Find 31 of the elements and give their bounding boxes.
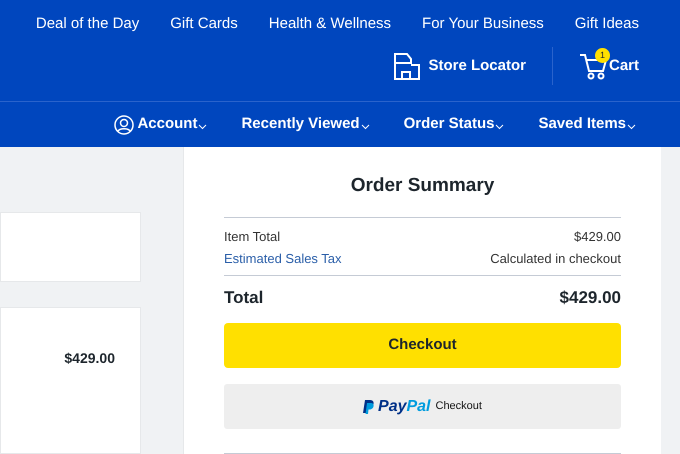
chevron-down-icon xyxy=(360,124,370,130)
summary-title: Order Summary xyxy=(350,174,496,198)
paypal-wordmark: PayPal xyxy=(378,396,430,416)
item-price: $429.00 xyxy=(64,349,115,368)
nav-menu[interactable]: Order Status xyxy=(404,113,504,136)
total-label: Total xyxy=(224,286,264,308)
store-locator-link[interactable]: Store Locator xyxy=(392,52,526,80)
line-value: $429.00 xyxy=(574,228,621,246)
cart-icon xyxy=(578,52,609,80)
top-link[interactable]: For Your Business xyxy=(422,12,544,36)
nav-menu[interactable]: Saved Items xyxy=(538,113,636,136)
top-link[interactable]: Deal of the Day xyxy=(36,12,140,36)
paypal-checkout-label: Checkout xyxy=(436,399,482,414)
checkout-button[interactable]: Checkout xyxy=(224,323,621,368)
top-link[interactable]: Gift Ideas xyxy=(574,12,639,36)
total-value: $429.00 xyxy=(560,286,621,308)
chevron-down-icon xyxy=(627,124,636,130)
nav-menu[interactable]: Account xyxy=(114,113,208,136)
nav-menu[interactable]: Recently Viewed xyxy=(241,113,370,136)
tax-link[interactable]: Estimated Sales Tax xyxy=(224,249,342,268)
chevron-down-icon xyxy=(198,124,208,130)
store-icon xyxy=(392,52,422,80)
line-value: Calculated in checkout xyxy=(490,250,621,268)
line-label: Item Total xyxy=(224,228,280,246)
user-icon xyxy=(114,114,134,134)
paypal-icon xyxy=(363,400,376,414)
top-link[interactable]: Health & Wellness xyxy=(268,12,392,36)
cart-count-badge: 1 xyxy=(594,48,610,63)
paypal-checkout-button[interactable]: PayPal Checkout xyxy=(224,384,621,429)
top-link[interactable]: Gift Cards xyxy=(170,12,238,36)
chevron-down-icon xyxy=(495,124,504,130)
